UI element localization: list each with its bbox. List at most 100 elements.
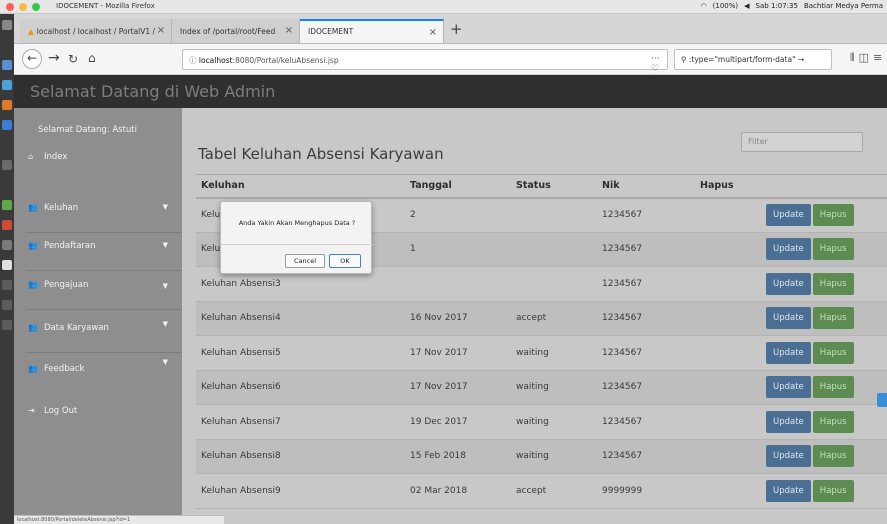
cell-keluhan: Keluhan Absensi5 (196, 335, 405, 371)
delete-button[interactable]: Hapus (812, 376, 854, 399)
delete-button[interactable]: Hapus (812, 204, 854, 226)
tab-strip: ▲ localhost / localhost / PortalV1 / × In… (14, 14, 887, 44)
cell-tanggal: 16 Nov 2017 (405, 301, 511, 336)
url-path: :8080/Portal/keluAbsensi.jsp (232, 56, 339, 65)
cell-status (511, 266, 597, 302)
dock-app-icon[interactable] (2, 200, 12, 210)
dock-app-icon[interactable] (2, 320, 12, 330)
window-title: IDOCEMENT - Mozilla Firefox (56, 2, 155, 10)
sidebar-item-data-karyawan[interactable]: 👥 Data Karyawan ▼ (14, 320, 182, 363)
cancel-button[interactable]: Cancel (285, 254, 325, 268)
close-tab-icon[interactable]: × (429, 27, 437, 38)
update-button[interactable]: Update (766, 479, 811, 502)
forward-button[interactable]: → (48, 50, 60, 66)
users-icon: 👥 (28, 203, 38, 212)
sidebar-item-index[interactable]: ⌂ Index (14, 152, 182, 192)
url-bar[interactable]: ⓘ localhost:8080/Portal/keluAbsensi.jsp … (182, 49, 668, 84)
reload-button[interactable]: ↻ (68, 52, 78, 66)
cell-keluhan: Keluhan Absensi9 (196, 473, 405, 509)
users-icon: 👥 (28, 280, 38, 289)
table-row: Keluhan Absensi9 02 Mar 2018 accept 9999999… (196, 473, 887, 509)
cell-nik: 1234567 (597, 404, 695, 440)
cell-tanggal: 15 Feb 2018 (405, 439, 511, 474)
close-window-button[interactable] (6, 3, 14, 11)
dock-app-icon[interactable] (2, 240, 12, 250)
dock-app-icon[interactable] (2, 120, 12, 130)
tab-idocement[interactable]: IDOCEMENT × (300, 19, 444, 43)
tab-label: localhost / localhost / PortalV1 / (36, 27, 156, 36)
minimize-window-button[interactable] (19, 3, 27, 11)
cell-status: waiting (511, 370, 597, 405)
ok-button[interactable]: OK (329, 254, 361, 268)
cell-nik: 1234567 (597, 335, 695, 371)
tab-phpmyadmin[interactable]: ▲ localhost / localhost / PortalV1 / × (20, 19, 172, 43)
cell-nik: 1234567 (597, 370, 695, 405)
cell-actions: Update Hapus (695, 301, 887, 336)
search-bar[interactable]: ⚲ :type="multipart/form-data" → (674, 49, 832, 70)
new-tab-button[interactable]: + (450, 20, 463, 38)
close-tab-icon[interactable]: × (157, 25, 165, 36)
web-page: Selamat Datang di Web Admin Selamat Data… (14, 75, 887, 524)
sidebar-item-keluhan[interactable]: 👥 Keluhan ▼ (14, 203, 182, 243)
sidebar-item-feedback[interactable]: 👥 Feedback ▼ (14, 358, 182, 404)
cell-tanggal: 19 Dec 2017 (405, 404, 511, 440)
update-button[interactable]: Update (766, 204, 811, 226)
home-button[interactable]: ⌂ (88, 51, 96, 65)
update-button[interactable]: Update (766, 341, 811, 364)
dock-app-icon[interactable] (2, 20, 12, 30)
page-title: Tabel Keluhan Absensi Karyawan (198, 145, 444, 163)
dock-app-icon[interactable] (2, 260, 12, 270)
clock[interactable]: Sab 1:07:35 (756, 2, 798, 10)
cell-status: waiting (511, 335, 597, 371)
dock-app-icon[interactable] (2, 60, 12, 70)
update-button[interactable]: Update (766, 376, 811, 399)
volume-icon[interactable]: ◀ (744, 2, 749, 10)
site-title: Selamat Datang di Web Admin (30, 82, 276, 101)
caret-down-icon: ▼ (162, 203, 168, 211)
update-button[interactable]: Update (766, 238, 811, 261)
back-button[interactable]: ← (22, 49, 42, 69)
info-icon[interactable]: ⓘ (189, 56, 197, 65)
dock-app-icon[interactable] (2, 280, 12, 290)
user-name[interactable]: Bachtiar Medya Perma (804, 2, 883, 10)
sidebar-item-pendaftaran[interactable]: 👥 Pendaftaran ▼ (14, 241, 182, 281)
close-tab-icon[interactable]: × (285, 25, 293, 36)
dock-app-icon[interactable] (2, 220, 12, 230)
update-button[interactable]: Update (766, 272, 811, 295)
library-icon[interactable]: ⫴ (850, 51, 859, 64)
zoom-window-button[interactable] (32, 3, 40, 11)
users-icon: 👥 (28, 323, 38, 332)
update-button[interactable]: Update (766, 307, 811, 330)
delete-button[interactable]: Hapus (812, 410, 854, 433)
delete-button[interactable]: Hapus (812, 238, 854, 261)
cell-keluhan: Keluhan Absensi7 (196, 404, 405, 440)
filter-input[interactable]: Filter (741, 132, 863, 152)
cell-nik: 1234567 (597, 301, 695, 336)
tab-label: Index of /portal/root/Feed (180, 27, 276, 36)
sidebar: Selamat Datang: Astuti ⌂ Index 👥 Keluhan ▼… (14, 108, 182, 524)
delete-button[interactable]: Hapus (812, 445, 854, 468)
cell-keluhan: Keluhan Absensi6 (196, 370, 405, 405)
sidebar-item-logout[interactable]: ⇥ Log Out (14, 406, 182, 446)
cell-tanggal: 02 Mar 2018 (405, 473, 511, 509)
wifi-icon[interactable]: ◠ (701, 2, 707, 10)
menu-icon[interactable]: ≡ (873, 51, 886, 64)
sidebar-item-pengajuan[interactable]: 👥 Pengajuan ▼ (14, 280, 182, 320)
dock-app-icon[interactable] (2, 80, 12, 90)
side-widget-icon[interactable] (877, 393, 887, 407)
toolbar-icons: ⫴◫≡ (850, 51, 886, 65)
cell-status (511, 232, 597, 267)
delete-button[interactable]: Hapus (812, 479, 854, 502)
delete-button[interactable]: Hapus (812, 341, 854, 364)
tab-feed-index[interactable]: Index of /portal/root/Feed × (172, 19, 300, 43)
os-menu-bar: IDOCEMENT - Mozilla Firefox ◠ (100%) ◀ S… (0, 0, 887, 14)
update-button[interactable]: Update (766, 445, 811, 468)
update-button[interactable]: Update (766, 410, 811, 433)
delete-button[interactable]: Hapus (812, 272, 854, 295)
delete-button[interactable]: Hapus (812, 307, 854, 330)
cell-actions: Update Hapus (695, 404, 887, 440)
dock-app-icon[interactable] (2, 300, 12, 310)
sidebar-icon[interactable]: ◫ (859, 51, 873, 64)
dock-app-icon[interactable] (2, 160, 12, 170)
firefox-icon[interactable] (2, 100, 12, 110)
